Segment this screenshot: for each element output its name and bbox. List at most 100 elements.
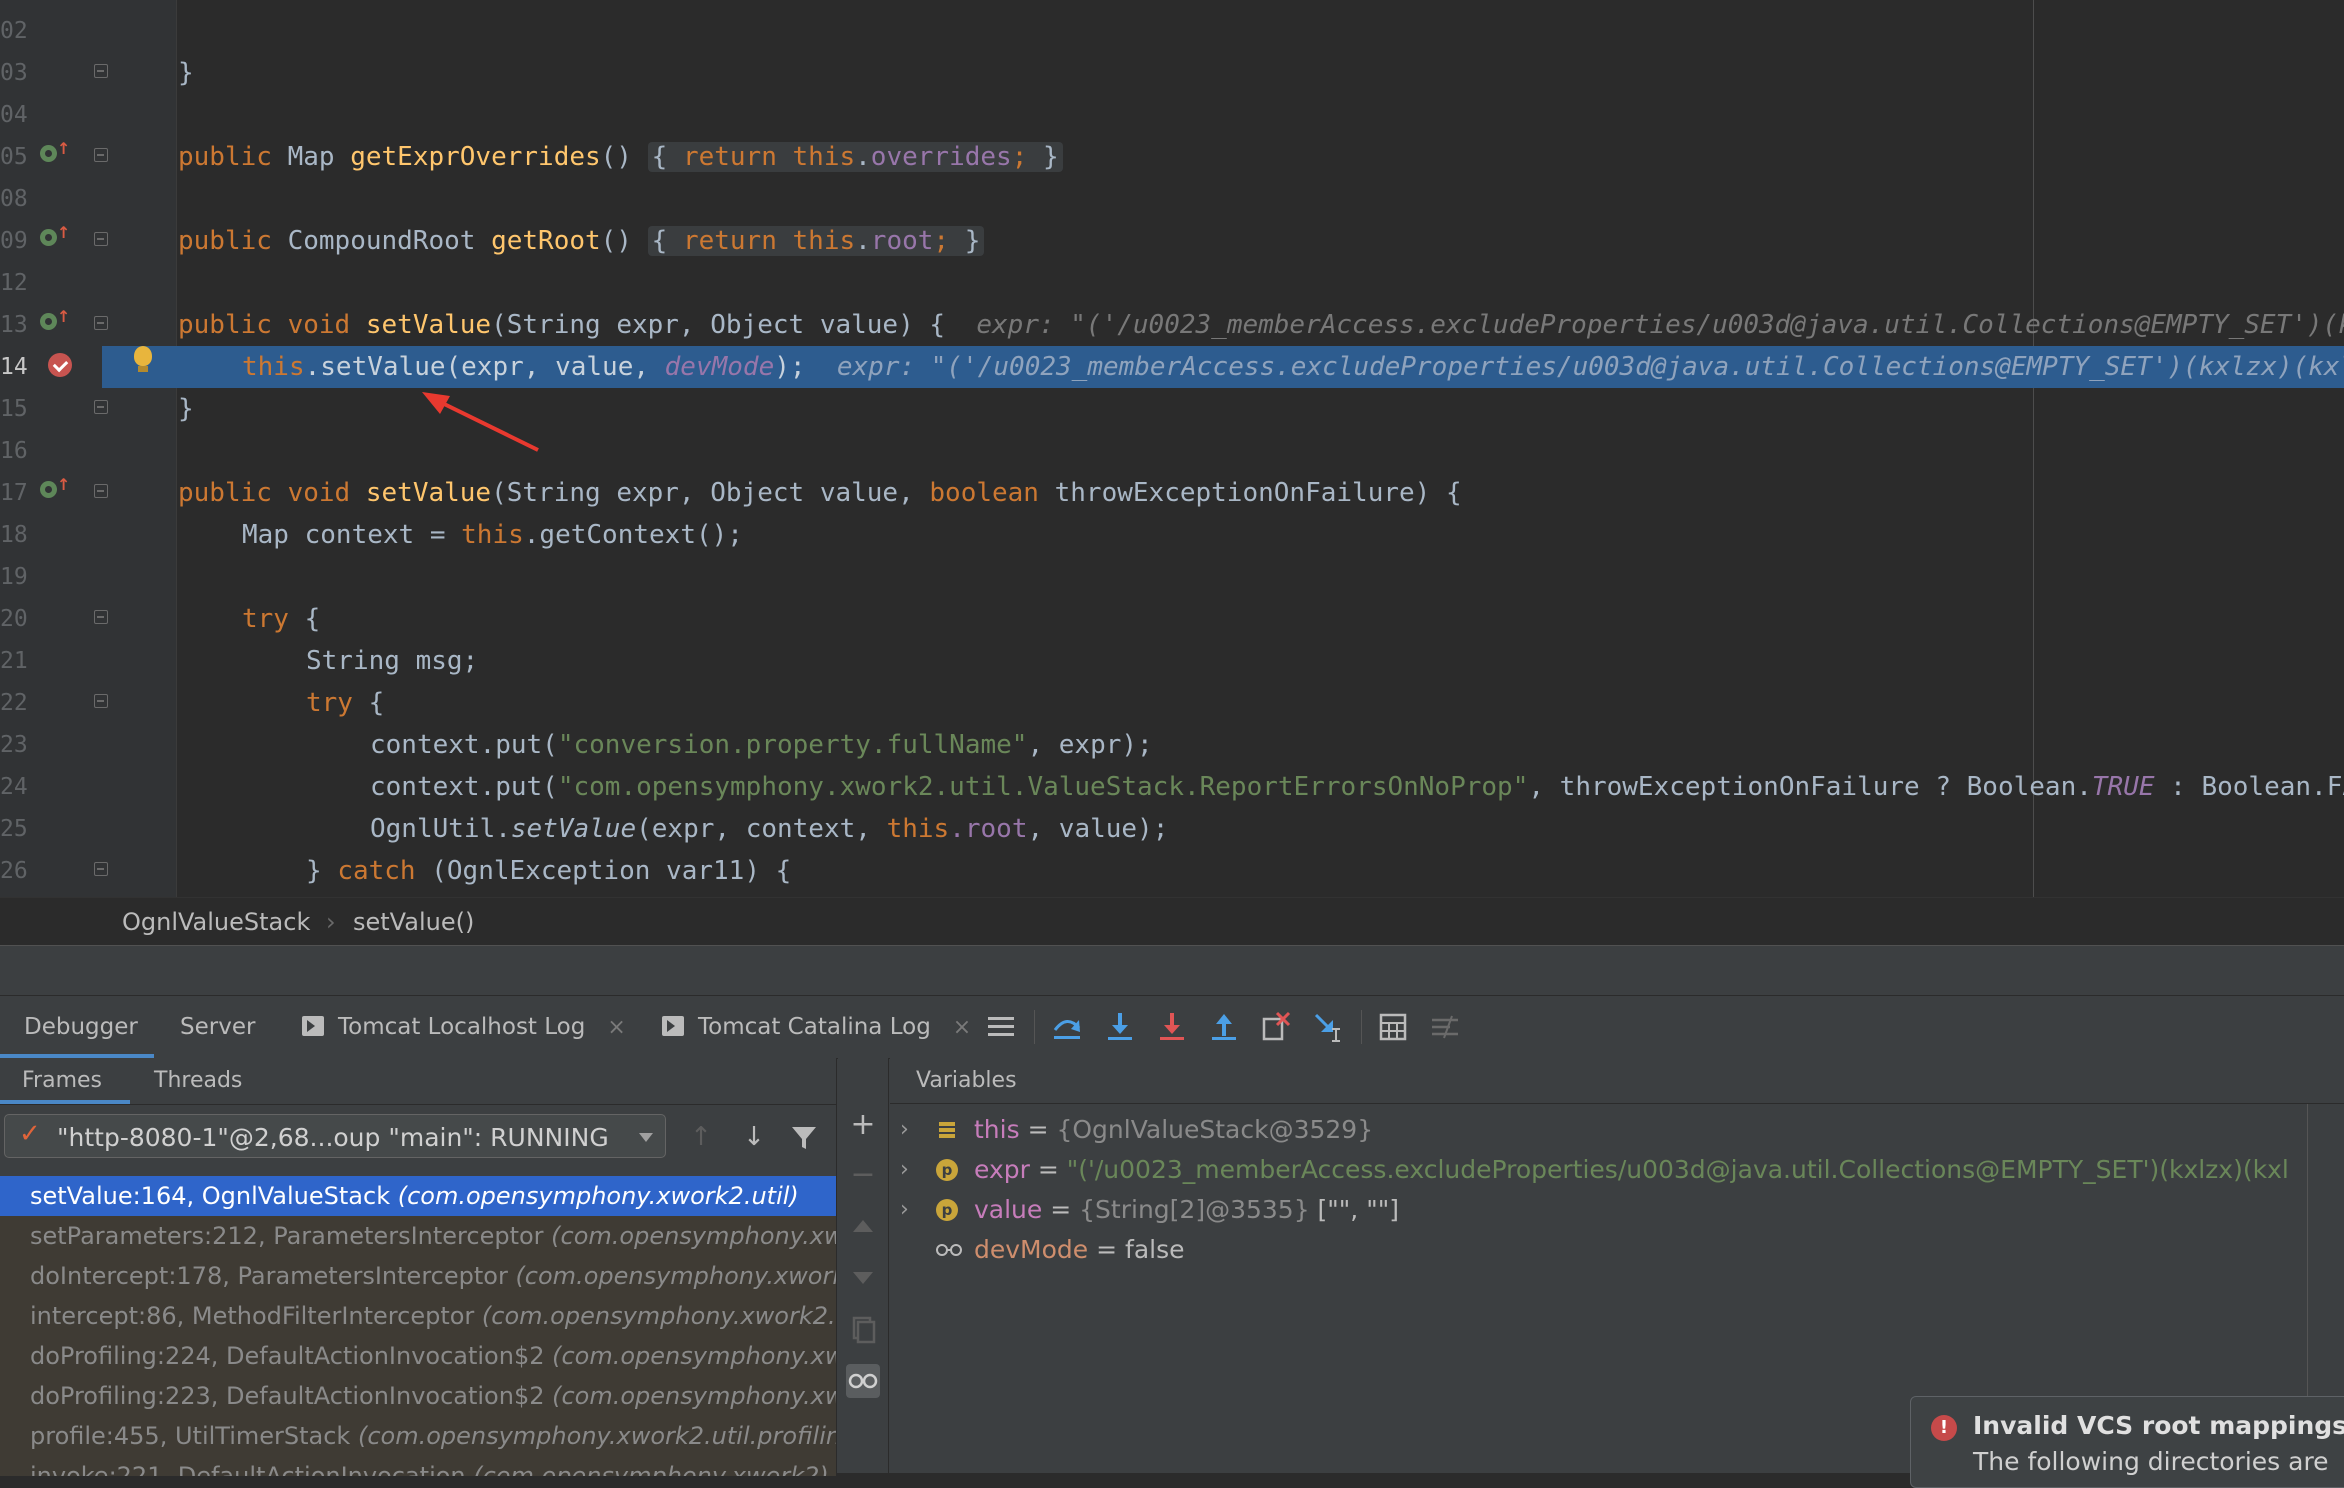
- code-line[interactable]: OgnlUtil.setValue(expr, context, this.ro…: [370, 808, 1168, 850]
- tab-tomcat-localhost-log[interactable]: Tomcat Localhost Log ×: [302, 996, 626, 1058]
- fold-marker-icon[interactable]: [94, 694, 108, 708]
- frame-item[interactable]: profile:455, UtilTimerStack (com.opensym…: [0, 1416, 836, 1456]
- code-text: .getContext();: [523, 520, 743, 550]
- fold-marker-icon[interactable]: [94, 484, 108, 498]
- frame-item[interactable]: doIntercept:178, ParametersInterceptor (…: [0, 1256, 836, 1296]
- show-execution-point-icon[interactable]: [984, 1010, 1018, 1044]
- step-into-icon[interactable]: [1103, 1010, 1137, 1044]
- breadcrumb-method[interactable]: setValue(): [353, 908, 474, 936]
- frame-item[interactable]: doProfiling:224, DefaultActionInvocation…: [0, 1336, 836, 1376]
- code-line[interactable]: }: [178, 388, 194, 430]
- variable-row[interactable]: › this = {OgnlValueStack@3529}: [890, 1110, 2308, 1150]
- code-line[interactable]: try {: [306, 682, 384, 724]
- lightbulb-intention-icon[interactable]: [130, 346, 156, 380]
- fold-marker-icon[interactable]: [94, 316, 108, 330]
- code-editor[interactable]: 02 03 04 05 08 09 12 13 14 15 16 17 18 1…: [0, 0, 2344, 897]
- override-implements-icon[interactable]: ↑: [40, 225, 70, 251]
- previous-frame-icon[interactable]: ↑: [686, 1120, 716, 1154]
- run-to-cursor-icon[interactable]: [1311, 1010, 1345, 1044]
- variable-row[interactable]: › p expr = "('/u0023_memberAccess.exclud…: [890, 1150, 2308, 1190]
- folded-code[interactable]: { return this.root; }: [647, 226, 985, 256]
- frame-item[interactable]: doProfiling:223, DefaultActionInvocation…: [0, 1376, 836, 1416]
- fold-marker-icon[interactable]: [94, 400, 108, 414]
- code-line[interactable]: public void setValue(String expr, Object…: [178, 304, 2344, 346]
- frame-item[interactable]: intercept:86, MethodFilterInterceptor (c…: [0, 1296, 836, 1336]
- code-line[interactable]: public CompoundRoot getRoot() { return t…: [178, 220, 985, 262]
- close-icon[interactable]: ×: [607, 1015, 625, 1040]
- tab-threads[interactable]: Threads: [154, 1058, 242, 1104]
- fold-marker-icon[interactable]: [94, 232, 108, 246]
- code-text: {: [352, 688, 385, 718]
- field-name: root: [870, 226, 934, 256]
- code-line[interactable]: }: [178, 52, 194, 94]
- right-margin-guide: [2033, 0, 2034, 897]
- keyword: try: [242, 604, 289, 634]
- code-line[interactable]: context.put("conversion.property.fullNam…: [370, 724, 1153, 766]
- code-line[interactable]: } catch (OgnlException var11) {: [306, 850, 791, 892]
- code-line[interactable]: String msg;: [306, 640, 478, 682]
- variable-row[interactable]: › p value = {String[2]@3535} ["", ""]: [890, 1190, 2308, 1230]
- tab-label: Tomcat Catalina Log: [698, 1014, 931, 1040]
- code-line[interactable]: context.put("com.opensymphony.xwork2.uti…: [370, 766, 2344, 808]
- chevron-right-icon[interactable]: ›: [900, 1190, 909, 1230]
- chevron-right-icon[interactable]: ›: [900, 1110, 909, 1150]
- line-number: 24: [0, 774, 28, 800]
- new-watch-icon[interactable]: +: [846, 1108, 880, 1142]
- override-implements-icon[interactable]: ↑: [40, 309, 70, 335]
- console-icon: [662, 1015, 684, 1036]
- code-text: , expr);: [1027, 730, 1153, 760]
- tool-window-splitter[interactable]: [0, 945, 2344, 996]
- frame-package: (com.opensymphony.xwork2): [552, 1382, 836, 1410]
- fold-marker-icon[interactable]: [94, 610, 108, 624]
- evaluate-expression-icon[interactable]: [1376, 1010, 1410, 1044]
- variable-equals: =: [1088, 1235, 1126, 1264]
- remove-watch-icon[interactable]: −: [846, 1158, 880, 1192]
- filter-icon[interactable]: [789, 1120, 819, 1154]
- method-name: getRoot: [491, 226, 601, 256]
- drop-frame-icon[interactable]: [1259, 1010, 1293, 1044]
- step-over-icon[interactable]: [1050, 1010, 1084, 1044]
- step-out-icon[interactable]: [1207, 1010, 1241, 1044]
- next-frame-icon[interactable]: ↓: [739, 1120, 769, 1154]
- trace-current-stream-icon[interactable]: [1428, 1010, 1462, 1044]
- override-implements-icon[interactable]: ↑: [40, 477, 70, 503]
- code-line[interactable]: try {: [242, 598, 320, 640]
- move-down-icon[interactable]: [846, 1260, 880, 1294]
- frame-method: setParameters:212, ParametersInterceptor: [30, 1222, 552, 1250]
- frame-item-selected[interactable]: setValue:164, OgnlValueStack (com.opensy…: [0, 1176, 836, 1216]
- chevron-right-icon[interactable]: ›: [900, 1150, 909, 1190]
- parameter-icon: p: [936, 1199, 958, 1221]
- fold-marker-icon[interactable]: [94, 148, 108, 162]
- line-number: 04: [0, 102, 28, 128]
- breakpoint-icon[interactable]: [48, 353, 72, 377]
- close-icon[interactable]: ×: [953, 1015, 971, 1040]
- code-line[interactable]: public void setValue(String expr, Object…: [178, 472, 1462, 514]
- override-implements-icon[interactable]: ↑: [40, 141, 70, 167]
- tab-server[interactable]: Server: [180, 996, 255, 1058]
- tab-debugger[interactable]: Debugger: [0, 996, 154, 1058]
- show-watches-icon[interactable]: [846, 1364, 880, 1398]
- variable-type: {String[2]@3535}: [1079, 1195, 1318, 1224]
- thread-selector-dropdown[interactable]: ✓ "http-8080-1"@2,68...oup "main": RUNNI…: [4, 1114, 666, 1158]
- tab-tomcat-catalina-log[interactable]: Tomcat Catalina Log ×: [662, 996, 971, 1058]
- copy-icon[interactable]: [846, 1312, 880, 1346]
- force-step-into-icon[interactable]: [1155, 1010, 1189, 1044]
- code-text: (OgnlException var11) {: [415, 856, 792, 886]
- code-line-current[interactable]: this.setValue(expr, value, devMode); exp…: [242, 346, 2344, 388]
- variable-value: ["", ""]: [1317, 1195, 1399, 1224]
- variable-row[interactable]: devMode = false: [890, 1230, 2308, 1270]
- fold-marker-icon[interactable]: [94, 862, 108, 876]
- code-line[interactable]: public Map getExprOverrides() { return t…: [178, 136, 1063, 178]
- code-text: (expr, context,: [636, 814, 887, 844]
- vcs-error-notification[interactable]: ! Invalid VCS root mappings The followin…: [1910, 1396, 2344, 1488]
- toolbar-separator: [1361, 1010, 1362, 1044]
- fold-marker-icon[interactable]: [94, 64, 108, 78]
- folded-code[interactable]: { return this.overrides; }: [647, 142, 1063, 172]
- tab-frames[interactable]: Frames: [0, 1058, 130, 1104]
- code-line[interactable]: Map context = this.getContext();: [242, 514, 743, 556]
- frame-item[interactable]: setParameters:212, ParametersInterceptor…: [0, 1216, 836, 1256]
- frame-item[interactable]: invoke:221, DefaultActionInvocation (com…: [0, 1456, 836, 1476]
- move-up-icon[interactable]: [846, 1210, 880, 1244]
- breadcrumb-class[interactable]: OgnlValueStack: [122, 908, 310, 936]
- variables-side-toolbar: + −: [838, 1058, 889, 1473]
